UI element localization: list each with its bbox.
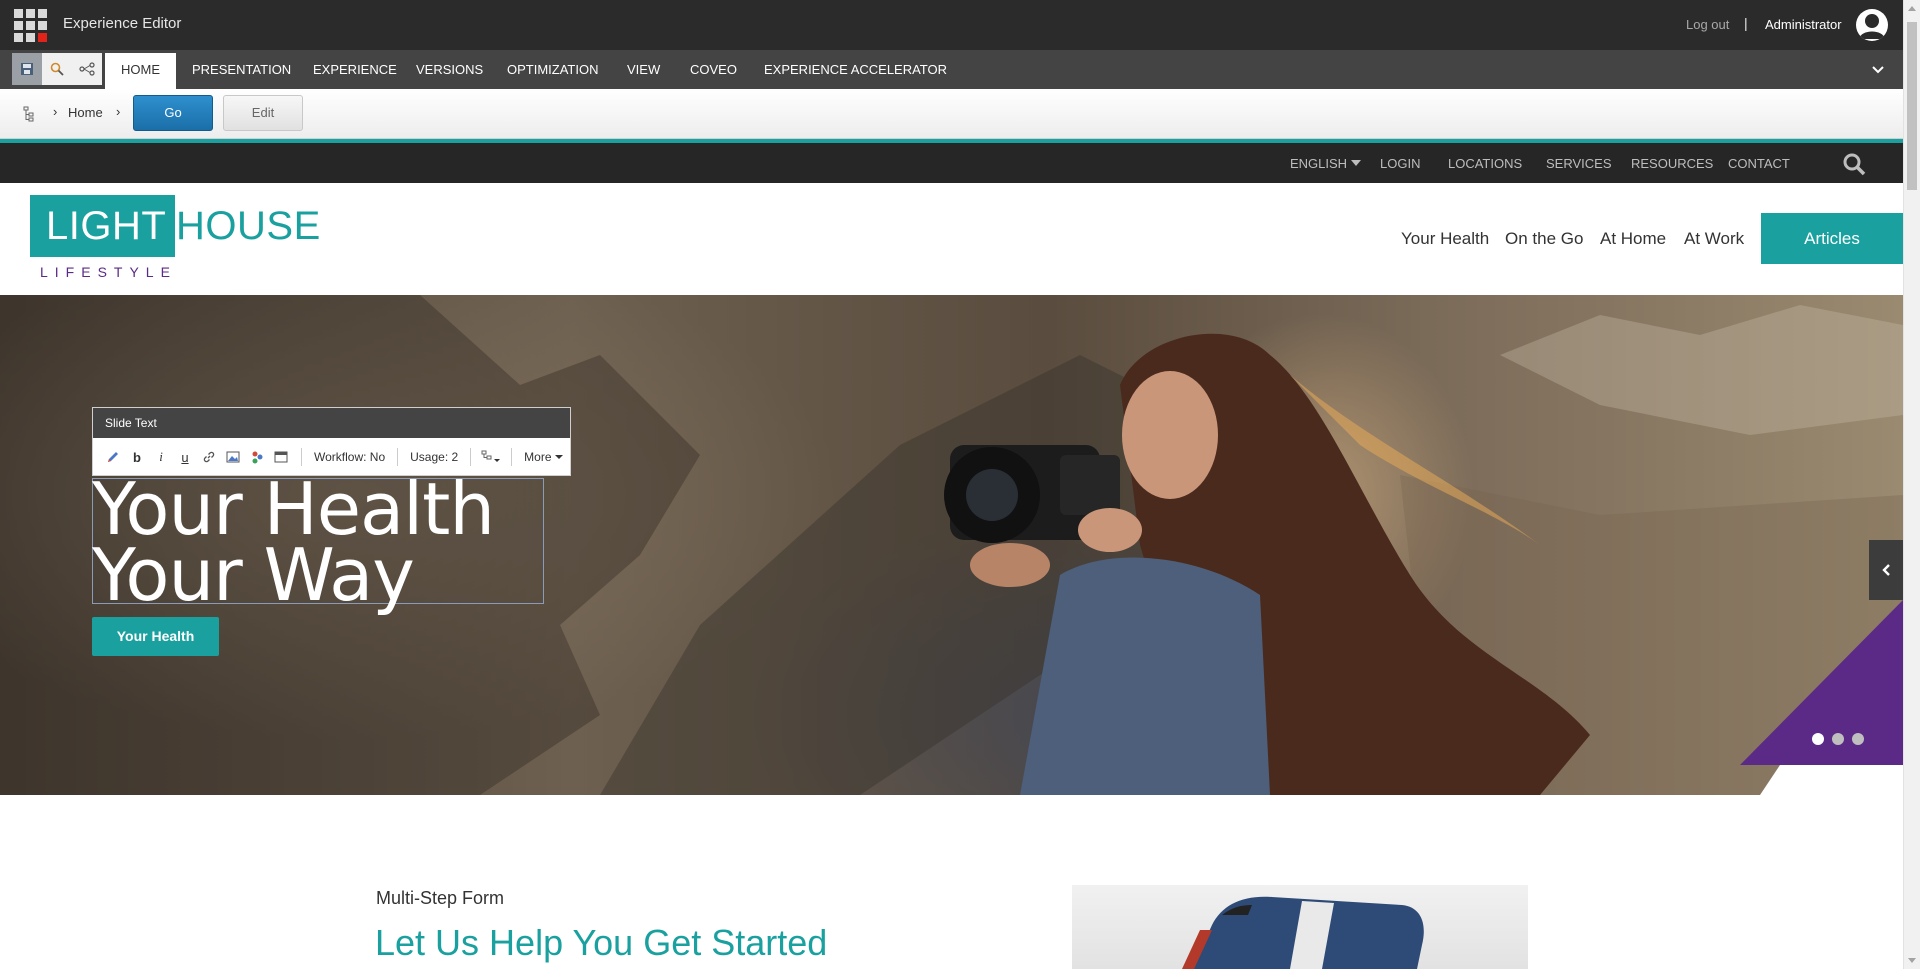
logo-tagline: LIFESTYLE bbox=[40, 264, 177, 280]
section-headline: Let Us Help You Get Started bbox=[375, 922, 828, 963]
separator bbox=[511, 448, 513, 466]
tab-experience[interactable]: EXPERIENCE bbox=[313, 50, 397, 89]
articles-button[interactable]: Articles bbox=[1761, 213, 1903, 264]
scroll-up-icon[interactable] bbox=[1908, 6, 1916, 11]
chevron-left-icon bbox=[1882, 564, 1890, 576]
select-item-button[interactable] bbox=[479, 445, 503, 469]
tree-icon[interactable] bbox=[23, 106, 35, 127]
breadcrumb-home[interactable]: Home bbox=[68, 105, 103, 120]
breadcrumb-arrow-icon: › bbox=[53, 104, 58, 119]
caret-down-icon bbox=[1351, 160, 1362, 166]
search-button[interactable] bbox=[42, 53, 72, 85]
language-selector[interactable]: ENGLISH bbox=[1290, 156, 1362, 171]
underline-button[interactable]: u bbox=[173, 445, 197, 469]
image-icon bbox=[226, 451, 240, 463]
collapse-ribbon-button[interactable] bbox=[1871, 62, 1885, 80]
hero-heading-line-2: Your Way bbox=[92, 533, 415, 617]
scrollbar-thumb[interactable] bbox=[1907, 22, 1917, 190]
share-icon bbox=[79, 62, 95, 76]
share-button[interactable] bbox=[72, 53, 102, 85]
avatar[interactable] bbox=[1856, 9, 1888, 41]
nav-login[interactable]: LOGIN bbox=[1380, 156, 1420, 171]
site-search-icon[interactable] bbox=[1842, 152, 1866, 181]
slide-dot-1[interactable] bbox=[1812, 733, 1824, 745]
caret-down-icon bbox=[554, 455, 563, 459]
nav-at-home[interactable]: At Home bbox=[1600, 229, 1666, 249]
bold-button[interactable]: b bbox=[125, 445, 149, 469]
edit-pencil-button[interactable] bbox=[101, 445, 125, 469]
chevron-down-icon bbox=[1872, 66, 1884, 74]
bold-icon: b bbox=[133, 449, 141, 465]
language-label: ENGLISH bbox=[1290, 156, 1348, 171]
more-menu[interactable]: More bbox=[520, 450, 567, 464]
quick-access-toolbar bbox=[12, 53, 102, 85]
user-name[interactable]: Administrator bbox=[1765, 17, 1842, 32]
separator bbox=[397, 448, 399, 466]
tree-icon bbox=[481, 450, 501, 462]
tab-presentation[interactable]: PRESENTATION bbox=[192, 50, 291, 89]
personalize-button[interactable] bbox=[245, 445, 269, 469]
nav-your-health[interactable]: Your Health bbox=[1401, 229, 1489, 249]
slide-dot-2[interactable] bbox=[1832, 733, 1844, 745]
your-health-button[interactable]: Your Health bbox=[92, 617, 219, 656]
field-editor-title: Slide Text bbox=[93, 408, 570, 438]
decorative-purple-shape bbox=[1740, 600, 1903, 795]
more-label: More bbox=[524, 450, 552, 464]
search-icon bbox=[50, 62, 64, 76]
hero-heading[interactable]: Your Health Your Way bbox=[92, 473, 495, 617]
save-icon bbox=[21, 63, 33, 75]
scroll-down-icon[interactable] bbox=[1908, 958, 1916, 963]
app-launcher-icon[interactable] bbox=[14, 9, 47, 42]
slide-dot-3[interactable] bbox=[1852, 733, 1864, 745]
site-header: LIGHT HOUSE LIFESTYLE Your Health On the… bbox=[0, 183, 1903, 295]
tab-optimization[interactable]: OPTIMIZATION bbox=[507, 50, 598, 89]
slide-indicators bbox=[1812, 733, 1864, 745]
edit-frame-button[interactable] bbox=[269, 445, 293, 469]
insert-image-button[interactable] bbox=[221, 445, 245, 469]
logout-link[interactable]: Log out bbox=[1686, 17, 1729, 32]
photographer-image bbox=[944, 333, 1590, 795]
separator bbox=[470, 448, 472, 466]
breadcrumb-bar: › Home › Go Edit bbox=[0, 89, 1903, 139]
nav-on-the-go[interactable]: On the Go bbox=[1505, 229, 1583, 249]
nav-services[interactable]: SERVICES bbox=[1546, 156, 1612, 171]
product-image bbox=[1072, 885, 1528, 969]
nav-locations[interactable]: LOCATIONS bbox=[1448, 156, 1522, 171]
italic-icon: i bbox=[159, 449, 163, 464]
tab-versions[interactable]: VERSIONS bbox=[416, 50, 483, 89]
page-scrollbar[interactable] bbox=[1903, 0, 1920, 969]
logo-text: HOUSE bbox=[176, 204, 321, 248]
section-eyebrow: Multi-Step Form bbox=[376, 888, 505, 908]
ribbon: HOME PRESENTATION EXPERIENCE VERSIONS OP… bbox=[0, 50, 1903, 89]
usage-count[interactable]: Usage: 2 bbox=[406, 450, 462, 464]
logo[interactable]: LIGHT bbox=[30, 195, 175, 257]
utility-nav: ENGLISH LOGIN LOCATIONS SERVICES RESOURC… bbox=[0, 143, 1903, 183]
save-button[interactable] bbox=[12, 53, 42, 85]
tab-coveo[interactable]: COVEO bbox=[690, 50, 737, 89]
personalize-icon bbox=[252, 451, 263, 464]
go-button[interactable]: Go bbox=[133, 95, 213, 131]
separator bbox=[301, 448, 302, 466]
separator: | bbox=[1744, 15, 1748, 31]
tab-experience-accelerator[interactable]: EXPERIENCE ACCELERATOR bbox=[764, 50, 947, 89]
breadcrumb-arrow-icon: › bbox=[116, 104, 121, 119]
italic-button[interactable]: i bbox=[149, 445, 173, 469]
side-panel-toggle[interactable] bbox=[1869, 540, 1903, 600]
underline-icon: u bbox=[181, 449, 189, 465]
edit-button[interactable]: Edit bbox=[223, 95, 303, 131]
link-button[interactable] bbox=[197, 445, 221, 469]
tab-view[interactable]: VIEW bbox=[627, 50, 660, 89]
frame-icon bbox=[274, 451, 288, 463]
nav-at-work[interactable]: At Work bbox=[1684, 229, 1744, 249]
pencil-icon bbox=[108, 452, 118, 462]
field-editor-toolbar: Slide Text b i u Workflow: No Usage: 2 M… bbox=[92, 407, 571, 476]
nav-contact[interactable]: CONTACT bbox=[1728, 156, 1790, 171]
workflow-status: Workflow: No bbox=[314, 450, 386, 464]
tab-home[interactable]: HOME bbox=[105, 53, 176, 89]
nav-resources[interactable]: RESOURCES bbox=[1631, 156, 1713, 171]
app-title: Experience Editor bbox=[63, 15, 182, 32]
link-icon bbox=[203, 451, 215, 463]
sitecore-top-bar: Experience Editor Log out | Administrato… bbox=[0, 0, 1903, 50]
